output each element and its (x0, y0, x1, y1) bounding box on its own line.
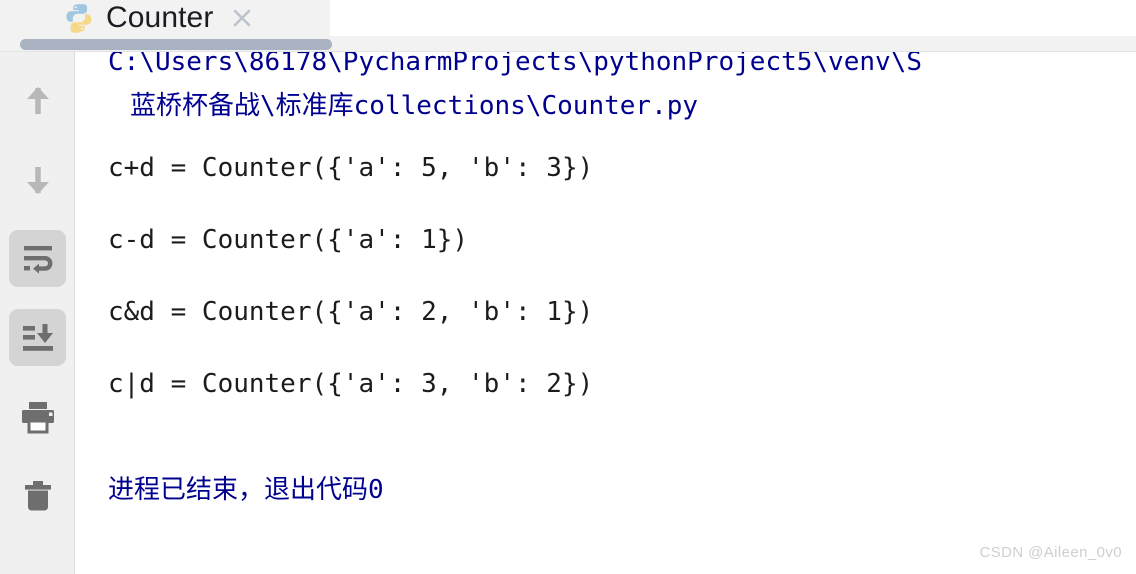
console-line-list: C:\Users\86178\PycharmProjects\pythonPro… (76, 52, 922, 508)
console-path-line-1[interactable]: C:\Users\86178\PycharmProjects\pythonPro… (108, 52, 922, 80)
horizontal-scrollbar-thumb[interactable] (20, 39, 332, 50)
scroll-up-icon[interactable] (9, 72, 66, 129)
scroll-to-end-icon[interactable] (9, 309, 66, 366)
print-icon[interactable] (9, 388, 66, 445)
tab-title: Counter (106, 1, 214, 34)
soft-wrap-icon[interactable] (9, 230, 66, 287)
scroll-down-icon[interactable] (9, 151, 66, 208)
console-exit-line: 进程已结束，退出代码0 (108, 475, 384, 505)
run-console-output[interactable]: C:\Users\86178\PycharmProjects\pythonPro… (76, 52, 1136, 574)
console-path-line-2[interactable]: 蓝桥杯备战\标准库collections\Counter.py (108, 80, 922, 132)
tab-strip: Counter (0, 0, 1136, 36)
pycharm-run-console-window: Counter C:\Users\86178\PycharmProjects\p… (0, 0, 1136, 574)
console-output-line: c+d = Counter({'a': 5, 'b': 3}) (108, 153, 594, 183)
trash-icon[interactable] (9, 467, 66, 524)
console-output-line: c-d = Counter({'a': 1}) (108, 225, 469, 255)
console-output-line: c&d = Counter({'a': 2, 'b': 1}) (108, 297, 594, 327)
horizontal-scrollbar-track[interactable] (0, 36, 1136, 52)
console-toolbar (0, 52, 75, 574)
console-output-line: c|d = Counter({'a': 3, 'b': 2}) (108, 369, 594, 399)
tab-counter[interactable]: Counter (0, 0, 330, 36)
close-icon[interactable] (229, 5, 255, 31)
python-file-icon (62, 1, 96, 35)
tab-strip-filler (330, 0, 1136, 36)
watermark: CSDN @Aileen_0v0 (979, 544, 1122, 561)
horizontal-scrollbar-track-right (340, 36, 1136, 52)
